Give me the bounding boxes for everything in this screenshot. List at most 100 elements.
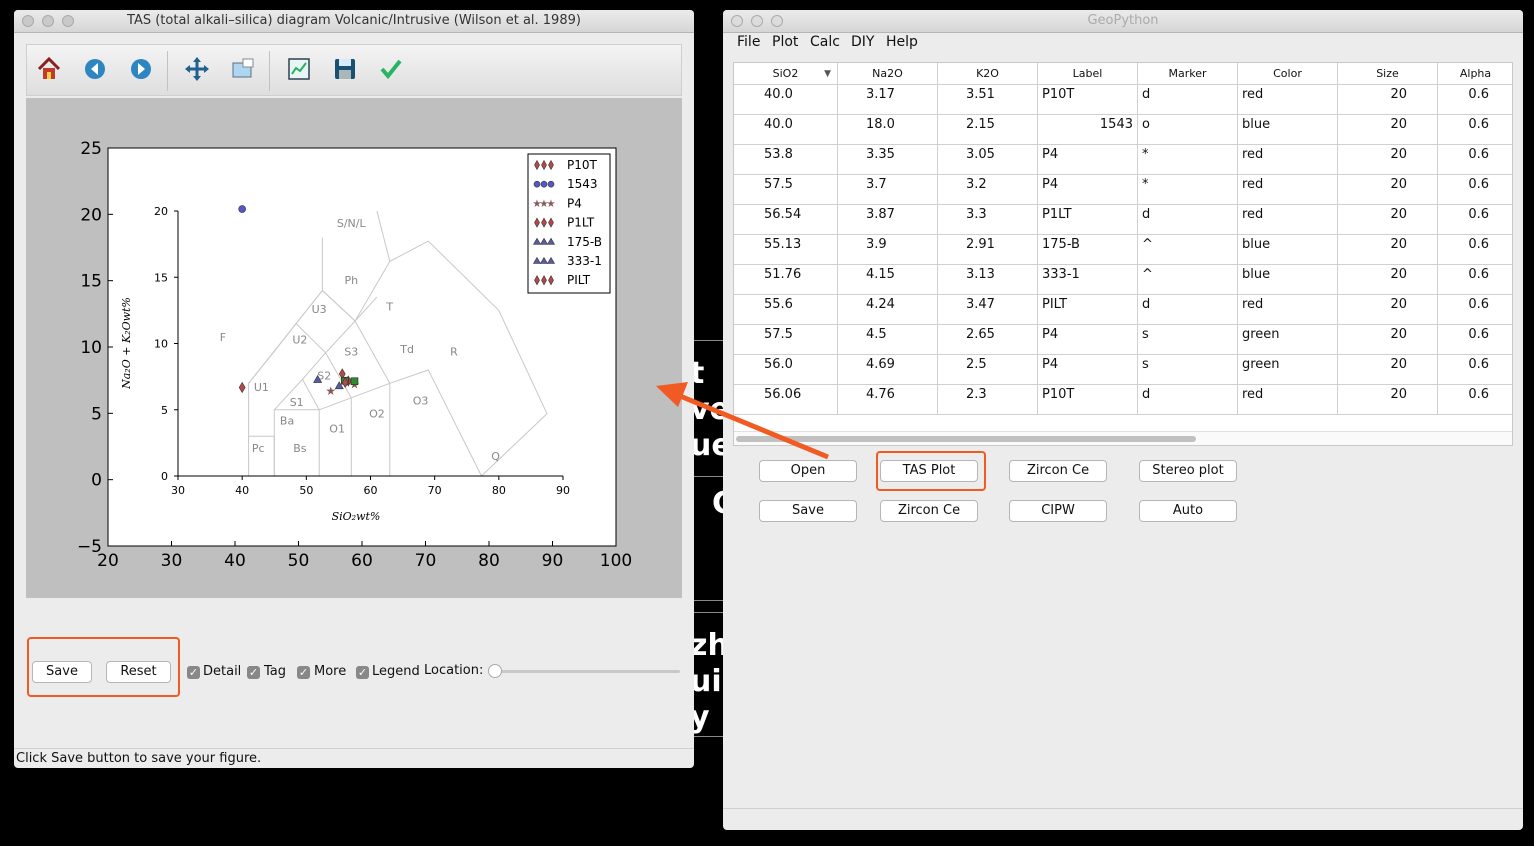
figure-save-button[interactable]: Save — [32, 661, 92, 683]
table-cell[interactable]: 2.91 — [938, 235, 1038, 265]
minimize-window-button[interactable] — [751, 15, 763, 27]
table-cell[interactable]: red — [1238, 145, 1338, 175]
table-cell[interactable]: red — [1238, 85, 1338, 115]
menu-calc[interactable]: Calc — [810, 34, 840, 50]
zoom-rect-icon[interactable] — [229, 55, 257, 83]
column-header-color[interactable]: Color — [1238, 63, 1338, 85]
table-cell[interactable]: 0.6 — [1438, 235, 1512, 265]
stereo-plot-button[interactable]: Stereo plot — [1139, 460, 1237, 482]
menu-file[interactable]: File — [737, 34, 760, 50]
data-table[interactable]: SiO2 ▼ Na2O K2O Label Marker Color Size Alpha 40.… — [733, 62, 1513, 446]
subplots-icon[interactable] — [285, 55, 313, 83]
table-cell[interactable]: 20 — [1338, 145, 1438, 175]
table-cell[interactable]: 57.5 — [734, 175, 838, 205]
table-cell[interactable]: 3.13 — [938, 265, 1038, 295]
table-cell[interactable]: blue — [1238, 115, 1338, 145]
column-header-alpha[interactable]: Alpha — [1438, 63, 1512, 85]
home-icon[interactable] — [35, 55, 63, 83]
table-cell[interactable]: 333-1 — [1038, 265, 1138, 295]
save-data-button[interactable]: Save — [759, 500, 857, 522]
column-header-size[interactable]: Size — [1338, 63, 1438, 85]
table-cell[interactable]: 51.76 — [734, 265, 838, 295]
table-cell[interactable]: 20 — [1338, 205, 1438, 235]
table-cell[interactable]: d — [1138, 205, 1238, 235]
table-cell[interactable]: 53.8 — [734, 145, 838, 175]
table-cell[interactable]: red — [1238, 175, 1338, 205]
column-header-sio2[interactable]: SiO2 ▼ — [734, 63, 838, 85]
table-cell[interactable]: 3.2 — [938, 175, 1038, 205]
tag-checkbox[interactable]: ✓ — [247, 666, 260, 679]
table-cell[interactable]: 40.0 — [734, 85, 838, 115]
table-cell[interactable]: 2.5 — [938, 355, 1038, 385]
table-cell[interactable]: red — [1238, 295, 1338, 325]
zircon-ce-button[interactable]: Zircon Ce — [1009, 460, 1107, 482]
table-cell[interactable]: 57.5 — [734, 325, 838, 355]
location-slider-track[interactable] — [490, 670, 680, 673]
table-cell[interactable]: * — [1138, 175, 1238, 205]
location-slider-knob[interactable] — [488, 664, 502, 678]
column-header-na2o[interactable]: Na2O — [838, 63, 938, 85]
table-cell[interactable]: 3.47 — [938, 295, 1038, 325]
table-cell[interactable]: * — [1138, 145, 1238, 175]
table-cell[interactable]: P4 — [1038, 355, 1138, 385]
table-cell[interactable]: 20 — [1338, 175, 1438, 205]
back-icon[interactable] — [81, 55, 109, 83]
table-cell[interactable]: 56.06 — [734, 385, 838, 415]
table-cell[interactable]: d — [1138, 385, 1238, 415]
table-cell[interactable]: blue — [1238, 235, 1338, 265]
table-cell[interactable]: 0.6 — [1438, 325, 1512, 355]
table-cell[interactable]: 0.6 — [1438, 205, 1512, 235]
table-cell[interactable]: 0.6 — [1438, 295, 1512, 325]
table-cell[interactable]: 0.6 — [1438, 85, 1512, 115]
table-cell[interactable]: d — [1138, 85, 1238, 115]
table-cell[interactable]: 0.6 — [1438, 355, 1512, 385]
table-cell[interactable]: ^ — [1138, 265, 1238, 295]
detail-checkbox[interactable]: ✓ — [187, 666, 200, 679]
table-cell[interactable]: 3.3 — [938, 205, 1038, 235]
column-header-marker[interactable]: Marker — [1138, 63, 1238, 85]
table-cell[interactable]: 20 — [1338, 85, 1438, 115]
close-window-button[interactable] — [22, 15, 34, 27]
table-cell[interactable]: 3.05 — [938, 145, 1038, 175]
table-cell[interactable]: PILT — [1038, 295, 1138, 325]
table-cell[interactable]: 4.5 — [838, 325, 938, 355]
table-cell[interactable]: 3.51 — [938, 85, 1038, 115]
table-cell[interactable]: 0.6 — [1438, 145, 1512, 175]
menu-plot[interactable]: Plot — [772, 34, 798, 50]
plot-window-titlebar[interactable]: TAS (total alkali–silica) diagram Volcan… — [14, 10, 694, 33]
table-cell[interactable]: 175-B — [1038, 235, 1138, 265]
menu-help[interactable]: Help — [886, 34, 918, 50]
table-cell[interactable]: 55.13 — [734, 235, 838, 265]
table-cell[interactable]: 2.15 — [938, 115, 1038, 145]
table-cell[interactable]: 55.6 — [734, 295, 838, 325]
table-cell[interactable]: 0.6 — [1438, 385, 1512, 415]
table-cell[interactable]: P4 — [1038, 325, 1138, 355]
zircon-ce-button-2[interactable]: Zircon Ce — [880, 500, 978, 522]
table-cell[interactable]: s — [1138, 325, 1238, 355]
close-window-button[interactable] — [731, 15, 743, 27]
check-icon[interactable] — [377, 55, 405, 83]
table-cell[interactable]: 20 — [1338, 235, 1438, 265]
cipw-button[interactable]: CIPW — [1009, 500, 1107, 522]
table-cell[interactable]: 0.6 — [1438, 175, 1512, 205]
zoom-window-button[interactable] — [62, 15, 74, 27]
table-cell[interactable]: 4.76 — [838, 385, 938, 415]
table-cell[interactable]: 0.6 — [1438, 115, 1512, 145]
table-cell[interactable]: 18.0 — [838, 115, 938, 145]
table-cell[interactable]: red — [1238, 385, 1338, 415]
table-cell[interactable]: o — [1138, 115, 1238, 145]
tas-plot-button[interactable]: TAS Plot — [880, 460, 978, 482]
column-header-label[interactable]: Label — [1038, 63, 1138, 85]
table-cell[interactable]: 40.0 — [734, 115, 838, 145]
open-button[interactable]: Open — [759, 460, 857, 482]
table-cell[interactable]: 4.15 — [838, 265, 938, 295]
forward-icon[interactable] — [127, 55, 155, 83]
zoom-window-button[interactable] — [771, 15, 783, 27]
figure-canvas[interactable]: 20 30 40 50 60 70 80 90 100 −5 0 5 10 15 20 25 30 40 50 60… — [26, 98, 682, 598]
table-cell[interactable]: 20 — [1338, 265, 1438, 295]
table-cell[interactable]: green — [1238, 355, 1338, 385]
table-cell[interactable]: 20 — [1338, 295, 1438, 325]
table-cell[interactable]: blue — [1238, 265, 1338, 295]
table-cell[interactable]: 0.6 — [1438, 265, 1512, 295]
table-cell[interactable]: 3.17 — [838, 85, 938, 115]
